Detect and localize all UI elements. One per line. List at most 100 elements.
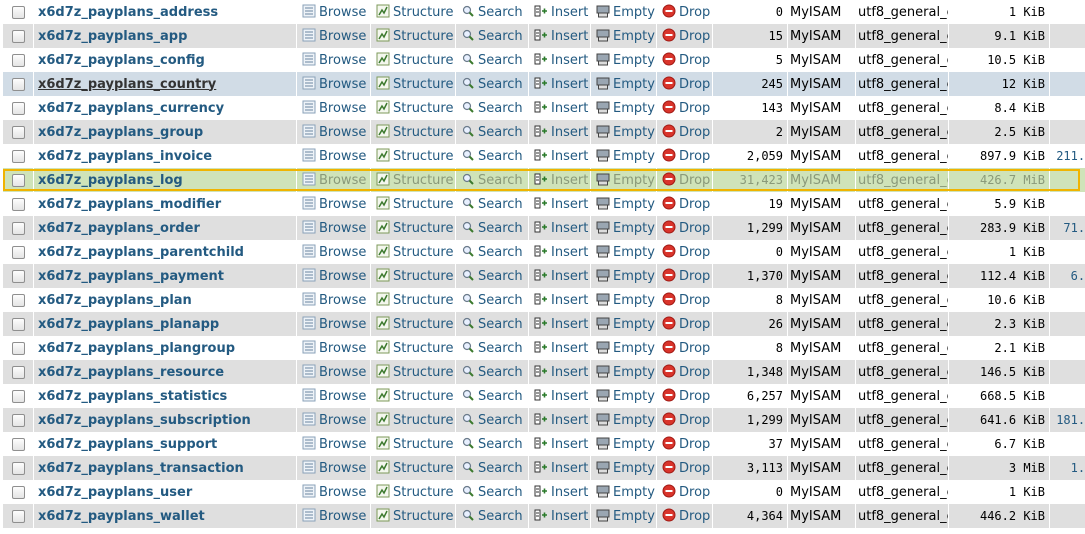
empty-action[interactable]: Empty <box>590 360 657 384</box>
drop-action[interactable]: Drop <box>656 456 713 480</box>
row-checkbox[interactable] <box>11 173 25 187</box>
table-row[interactable]: x6d7z_payplans_payment Browse Structure … <box>3 264 1085 288</box>
empty-action[interactable]: Empty <box>590 264 657 288</box>
table-name-link[interactable]: x6d7z_payplans_plan <box>38 293 192 308</box>
search-action[interactable]: Search <box>455 504 529 528</box>
row-checkbox[interactable] <box>11 149 25 163</box>
drop-action[interactable]: Drop <box>656 96 713 120</box>
search-action[interactable]: Search <box>455 0 529 24</box>
empty-action[interactable]: Empty <box>590 504 657 528</box>
insert-action[interactable]: Insert <box>528 144 591 168</box>
insert-action[interactable]: Insert <box>528 120 591 144</box>
row-checkbox[interactable] <box>11 269 25 283</box>
table-name-link[interactable]: x6d7z_payplans_address <box>38 5 218 20</box>
table-name-link[interactable]: x6d7z_payplans_group <box>38 125 203 140</box>
table-row[interactable]: x6d7z_payplans_wallet Browse Structure S… <box>3 504 1085 528</box>
search-action[interactable]: Search <box>455 408 529 432</box>
browse-action[interactable]: Browse <box>296 408 371 432</box>
insert-action[interactable]: Insert <box>528 24 591 48</box>
structure-action[interactable]: Structure <box>370 288 456 312</box>
empty-action[interactable]: Empty <box>590 480 657 504</box>
row-checkbox[interactable] <box>11 317 25 331</box>
browse-action[interactable]: Browse <box>296 456 371 480</box>
table-row[interactable]: x6d7z_payplans_group Browse Structure Se… <box>3 120 1085 144</box>
table-name-link[interactable]: x6d7z_payplans_app <box>38 29 187 44</box>
table-name-link[interactable]: x6d7z_payplans_planapp <box>38 317 219 332</box>
browse-action[interactable]: Browse <box>296 288 371 312</box>
browse-action[interactable]: Browse <box>296 96 371 120</box>
table-row[interactable]: x6d7z_payplans_user Browse Structure Sea… <box>3 480 1085 504</box>
search-action[interactable]: Search <box>455 288 529 312</box>
structure-action[interactable]: Structure <box>370 504 456 528</box>
search-action[interactable]: Search <box>455 312 529 336</box>
search-action[interactable]: Search <box>455 144 529 168</box>
insert-action[interactable]: Insert <box>528 96 591 120</box>
drop-action[interactable]: Drop <box>656 72 713 96</box>
table-row[interactable]: x6d7z_payplans_planapp Browse Structure … <box>3 312 1085 336</box>
table-name-link[interactable]: x6d7z_payplans_subscription <box>38 413 251 428</box>
insert-action[interactable]: Insert <box>528 0 591 24</box>
structure-action[interactable]: Structure <box>370 480 456 504</box>
insert-action[interactable]: Insert <box>528 72 591 96</box>
browse-action[interactable]: Browse <box>296 24 371 48</box>
empty-action[interactable]: Empty <box>590 216 657 240</box>
table-name-link[interactable]: x6d7z_payplans_resource <box>38 365 224 380</box>
empty-action[interactable]: Empty <box>590 384 657 408</box>
table-row[interactable]: x6d7z_payplans_app Browse Structure Sear… <box>3 24 1085 48</box>
table-name-link[interactable]: x6d7z_payplans_statistics <box>38 389 227 404</box>
insert-action[interactable]: Insert <box>528 432 591 456</box>
row-checkbox[interactable] <box>11 77 25 91</box>
table-row[interactable]: x6d7z_payplans_parentchild Browse Struct… <box>3 240 1085 264</box>
table-row[interactable]: x6d7z_payplans_support Browse Structure … <box>3 432 1085 456</box>
insert-action[interactable]: Insert <box>528 240 591 264</box>
empty-action[interactable]: Empty <box>590 336 657 360</box>
table-row[interactable]: x6d7z_payplans_country Browse Structure … <box>3 72 1085 96</box>
insert-action[interactable]: Insert <box>528 456 591 480</box>
drop-action[interactable]: Drop <box>656 216 713 240</box>
empty-action[interactable]: Empty <box>590 48 657 72</box>
search-action[interactable]: Search <box>455 360 529 384</box>
structure-action[interactable]: Structure <box>370 336 456 360</box>
structure-action[interactable]: Structure <box>370 48 456 72</box>
row-checkbox[interactable] <box>11 197 25 211</box>
browse-action[interactable]: Browse <box>296 72 371 96</box>
structure-action[interactable]: Structure <box>370 384 456 408</box>
drop-action[interactable]: Drop <box>656 240 713 264</box>
drop-action[interactable]: Drop <box>656 168 713 192</box>
structure-action[interactable]: Structure <box>370 120 456 144</box>
browse-action[interactable]: Browse <box>296 168 371 192</box>
drop-action[interactable]: Drop <box>656 48 713 72</box>
drop-action[interactable]: Drop <box>656 0 713 24</box>
row-checkbox[interactable] <box>11 461 25 475</box>
table-name-link[interactable]: x6d7z_payplans_config <box>38 53 205 68</box>
table-name-link[interactable]: x6d7z_payplans_order <box>38 221 200 236</box>
row-checkbox[interactable] <box>11 485 25 499</box>
insert-action[interactable]: Insert <box>528 168 591 192</box>
browse-action[interactable]: Browse <box>296 336 371 360</box>
browse-action[interactable]: Browse <box>296 240 371 264</box>
drop-action[interactable]: Drop <box>656 408 713 432</box>
browse-action[interactable]: Browse <box>296 144 371 168</box>
empty-action[interactable]: Empty <box>590 408 657 432</box>
row-checkbox[interactable] <box>11 389 25 403</box>
empty-action[interactable]: Empty <box>590 192 657 216</box>
browse-action[interactable]: Browse <box>296 192 371 216</box>
table-row[interactable]: x6d7z_payplans_address Browse Structure … <box>3 0 1085 24</box>
table-name-link[interactable]: x6d7z_payplans_plangroup <box>38 341 235 356</box>
empty-action[interactable]: Empty <box>590 96 657 120</box>
browse-action[interactable]: Browse <box>296 384 371 408</box>
insert-action[interactable]: Insert <box>528 384 591 408</box>
structure-action[interactable]: Structure <box>370 96 456 120</box>
table-name-link[interactable]: x6d7z_payplans_user <box>38 485 192 500</box>
structure-action[interactable]: Structure <box>370 72 456 96</box>
insert-action[interactable]: Insert <box>528 192 591 216</box>
browse-action[interactable]: Browse <box>296 504 371 528</box>
empty-action[interactable]: Empty <box>590 24 657 48</box>
insert-action[interactable]: Insert <box>528 336 591 360</box>
row-checkbox[interactable] <box>11 53 25 67</box>
search-action[interactable]: Search <box>455 336 529 360</box>
search-action[interactable]: Search <box>455 24 529 48</box>
empty-action[interactable]: Empty <box>590 312 657 336</box>
empty-action[interactable]: Empty <box>590 288 657 312</box>
row-checkbox[interactable] <box>11 29 25 43</box>
